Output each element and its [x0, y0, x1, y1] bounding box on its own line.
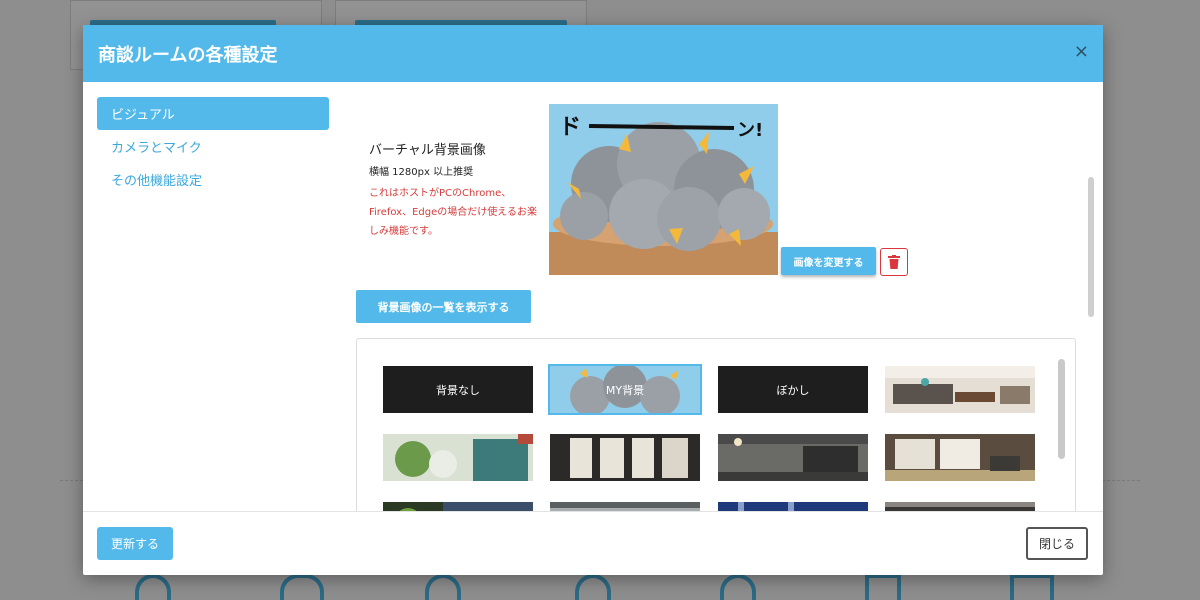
- delete-image-button[interactable]: [880, 248, 908, 276]
- thumbnail-plant[interactable]: [383, 502, 533, 511]
- svg-text:ン!: ン!: [737, 120, 763, 141]
- thumbnail-garden[interactable]: [383, 434, 533, 481]
- thumbnail-blue-room[interactable]: [718, 502, 868, 511]
- modal-footer: 更新する 閉じる: [83, 513, 1103, 575]
- close-button[interactable]: 閉じる: [1026, 527, 1088, 560]
- background-gallery: 背景なし MY背景 ぼかし: [356, 338, 1076, 511]
- body-scrollbar[interactable]: [1088, 177, 1094, 317]
- cafe-menu-image: [550, 434, 700, 481]
- svg-text:ド: ド: [559, 115, 581, 140]
- virtual-background-info: バーチャル背景画像 横幅 1280px 以上推奨 これはホストがPCのChrom…: [369, 139, 539, 241]
- visual-settings-panel: バーチャル背景画像 横幅 1280px 以上推奨 これはホストがPCのChrom…: [341, 82, 1096, 511]
- modal-title: 商談ルームの各種設定: [98, 44, 278, 66]
- update-button[interactable]: 更新する: [97, 527, 173, 560]
- plug-icon: [720, 574, 756, 600]
- virtual-background-note: これはホストがPCのChrome、Firefox、Edgeの場合だけ使えるお楽し…: [369, 188, 537, 237]
- thumbnail-cafe-menu[interactable]: [550, 434, 700, 481]
- modal-body: ビジュアル カメラとマイク その他機能設定 バーチャル背景画像 横幅 1280p…: [83, 82, 1103, 512]
- users-icon: [280, 574, 324, 600]
- blue-room-image: [718, 502, 868, 511]
- virtual-background-title: バーチャル背景画像: [369, 143, 486, 158]
- user-icon: [425, 574, 461, 600]
- virtual-background-recommendation: 横幅 1280px 以上推奨: [369, 167, 474, 178]
- brick-kitchen-image: [718, 434, 868, 481]
- thumbnail-my-background[interactable]: MY背景: [548, 364, 702, 415]
- clock-icon: [135, 574, 171, 600]
- trash-icon: [888, 255, 900, 269]
- gallery-scrollbar[interactable]: [1058, 359, 1065, 459]
- document-icon: [865, 574, 901, 600]
- thumbs-up-icon: [575, 574, 611, 600]
- close-icon[interactable]: ×: [1074, 41, 1089, 62]
- thumbnail-living-room[interactable]: [885, 366, 1035, 413]
- explosion-illustration: ド ン!: [549, 104, 778, 275]
- living-room-image: [885, 366, 1035, 413]
- money-icon: [1010, 574, 1054, 600]
- sidebar-item-other-settings[interactable]: その他機能設定: [97, 163, 329, 196]
- thumbnail-blur[interactable]: ぼかし: [718, 366, 868, 413]
- settings-sidebar: ビジュアル カメラとマイク その他機能設定: [97, 97, 329, 196]
- japanese-room-image: [885, 434, 1035, 481]
- thumbnail-japanese-room[interactable]: [885, 434, 1035, 481]
- settings-modal: 商談ルームの各種設定 × ビジュアル カメラとマイク その他機能設定 バーチャル…: [83, 25, 1103, 575]
- thumbnail-dark-room[interactable]: [885, 502, 1035, 511]
- show-background-list-button[interactable]: 背景画像の一覧を表示する: [356, 290, 531, 323]
- sidebar-item-visual[interactable]: ビジュアル: [97, 97, 329, 130]
- dark-room-image: [885, 502, 1035, 511]
- thumbnail-no-background[interactable]: 背景なし: [383, 366, 533, 413]
- garden-image: [383, 434, 533, 481]
- thumbnail-brick-kitchen[interactable]: [718, 434, 868, 481]
- virtual-background-preview: ド ン!: [549, 104, 778, 275]
- change-image-button[interactable]: 画像を変更する: [781, 247, 876, 275]
- thumbnail-label: MY背景: [605, 383, 645, 397]
- window-image: [550, 502, 700, 511]
- plant-image: [383, 502, 533, 511]
- modal-header: 商談ルームの各種設定 ×: [83, 25, 1103, 82]
- sidebar-item-camera-mic[interactable]: カメラとマイク: [97, 130, 329, 163]
- thumbnail-window[interactable]: [550, 502, 700, 511]
